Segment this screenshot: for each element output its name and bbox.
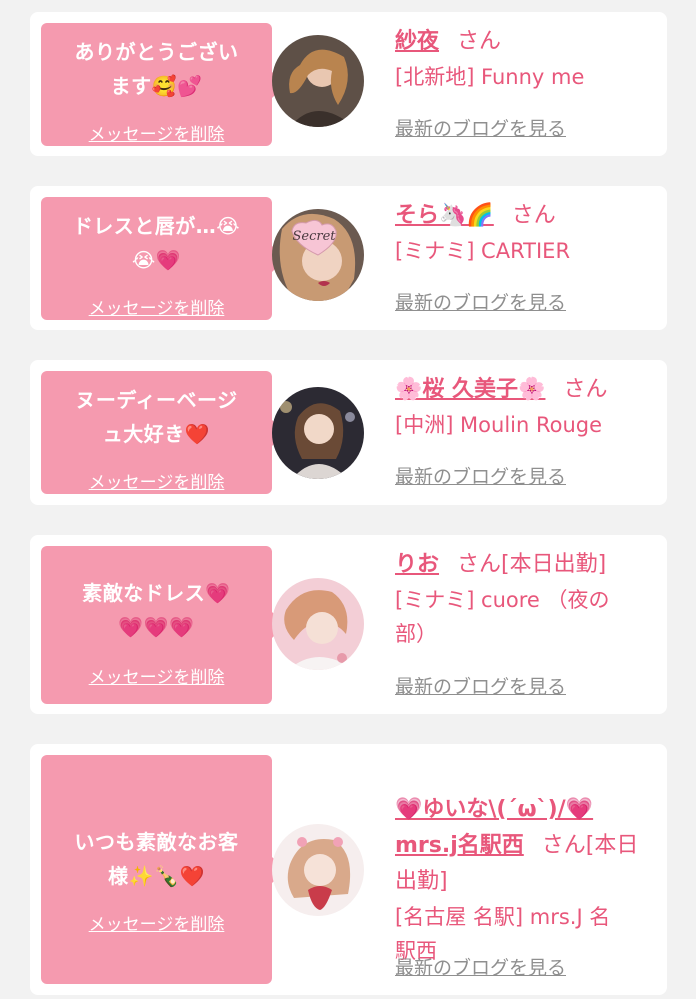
delete-message-link[interactable]: メッセージを削除 [41,120,272,145]
cast-avatar[interactable] [272,824,364,916]
message-bubble: ヌーディーベージ ュ大好き❤️ メッセージを削除 [41,371,285,494]
message-card: ありがとうござい ます🥰💕 メッセージを削除 紗夜 さん [北新地] Funny … [30,12,667,156]
message-text: ありがとうござい ます🥰💕 [74,40,239,98]
latest-blog-link[interactable]: 最新のブログを見る [395,953,566,980]
girl-photo-avatar-icon [272,824,364,916]
cast-name-link[interactable]: 🌸桜 久美子🌸 [395,377,545,402]
message-bubble: ドレスと唇が…😭 😭💗 メッセージを削除 [41,197,285,320]
message-card: いつも素敵なお客 様✨🍾❤️ メッセージを削除 💗ゆいな\(´ω`)/💗 mrs… [30,744,667,995]
latest-blog-link[interactable]: 最新のブログを見る [395,288,566,315]
delete-message-link[interactable]: メッセージを削除 [41,294,272,319]
cast-avatar[interactable]: Secret [272,209,364,301]
name-suffix: さん[本日出勤] [457,552,607,577]
message-card: ドレスと唇が…😭 😭💗 メッセージを削除 Secret そら🦄🌈 さん [ミナミ]… [30,186,667,330]
message-bubble: いつも素敵なお客 様✨🍾❤️ メッセージを削除 [41,755,285,984]
shop-line: [ミナミ] cuore （夜の 部） [395,588,610,646]
latest-blog-link[interactable]: 最新のブログを見る [395,672,566,699]
cast-avatar[interactable] [272,35,364,127]
cast-name-link[interactable]: りお [395,552,439,577]
cast-name-link[interactable]: 紗夜 [395,29,439,54]
name-suffix: さん [563,377,608,402]
cast-avatar[interactable] [272,578,364,670]
name-line: 🌸桜 久美子🌸 さん [395,372,660,408]
name-suffix: さん [511,203,556,228]
message-text: ヌーディーベージ ュ大好き❤️ [75,388,238,446]
message-bubble: 素敵なドレス💗 💗💗💗 メッセージを削除 [41,546,285,704]
cast-info: りお さん[本日出勤] [ミナミ] cuore （夜の 部） [395,547,660,651]
cast-info: そら🦄🌈 さん [ミナミ] CARTIER [395,198,660,268]
secret-heart-avatar-icon [272,209,364,301]
message-list: ありがとうござい ます🥰💕 メッセージを削除 紗夜 さん [北新地] Funny … [0,0,696,999]
name-line: 紗夜 さん [395,24,660,60]
latest-blog-link[interactable]: 最新のブログを見る [395,114,566,141]
girl-photo-avatar-icon [272,578,364,670]
message-text: いつも素敵なお客 様✨🍾❤️ [74,830,239,888]
cast-info: 紗夜 さん [北新地] Funny me [395,24,660,94]
cast-name-link[interactable]: そら🦄🌈 [395,203,494,228]
latest-blog-link[interactable]: 最新のブログを見る [395,462,566,489]
name-line: りお さん[本日出勤] [395,547,660,583]
message-text: 素敵なドレス💗 💗💗💗 [82,581,231,639]
delete-message-link[interactable]: メッセージを削除 [41,663,272,688]
cast-info: 💗ゆいな\(´ω`)/💗 mrs.j名駅西 さん[本日 出勤] [名古屋 名駅] … [395,756,660,968]
message-card: 素敵なドレス💗 💗💗💗 メッセージを削除 りお さん[本日出勤] [ミナミ] cu… [30,535,667,714]
message-text: ドレスと唇が…😭 😭💗 [72,214,241,272]
shop-line: [中洲] Moulin Rouge [395,413,603,437]
cast-info: 🌸桜 久美子🌸 さん [中洲] Moulin Rouge [395,372,660,442]
delete-message-link[interactable]: メッセージを削除 [41,468,272,493]
message-card: ヌーディーベージ ュ大好き❤️ メッセージを削除 🌸桜 久美子🌸 さん [中洲] … [30,360,667,505]
girl-photo-avatar-icon [272,387,364,479]
cast-avatar[interactable] [272,387,364,479]
girl-photo-avatar-icon [272,35,364,127]
name-line: 💗ゆいな\(´ω`)/💗 mrs.j名駅西 さん[本日 出勤] [395,756,660,900]
shop-line: [北新地] Funny me [395,65,585,89]
avatar-stamp: Secret [292,229,336,244]
message-bubble: ありがとうござい ます🥰💕 メッセージを削除 [41,23,285,146]
name-suffix: さん [457,29,502,54]
shop-line: [ミナミ] CARTIER [395,239,571,263]
name-line: そら🦄🌈 さん [395,198,660,234]
delete-message-link[interactable]: メッセージを削除 [41,910,272,935]
